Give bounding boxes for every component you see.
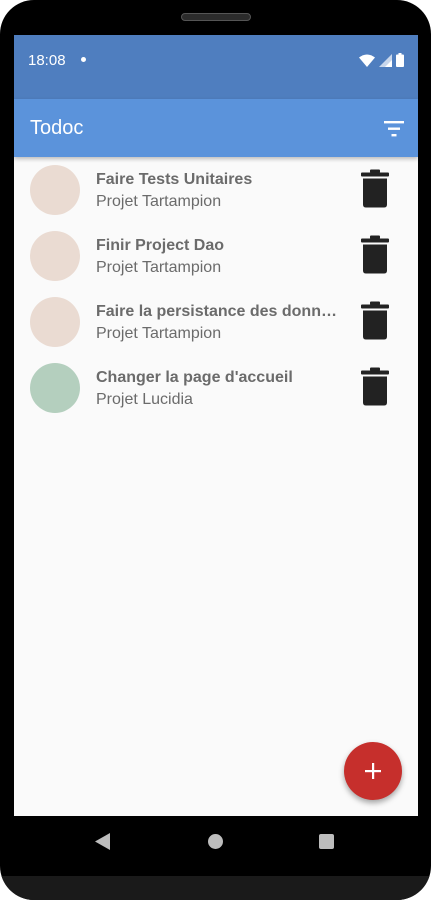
recents-square-icon[interactable]	[319, 834, 334, 849]
task-item[interactable]: Finir Project Dao Projet Tartampion	[14, 223, 418, 289]
task-project: Projet Tartampion	[96, 193, 222, 210]
screen: 18:08 Todoc Faire Tests Unitaires Projet…	[14, 35, 418, 816]
project-color-avatar	[30, 231, 80, 281]
status-time: 18:08	[28, 52, 66, 69]
status-icons	[359, 53, 404, 67]
trash-icon	[361, 169, 389, 208]
back-triangle-icon[interactable]	[95, 833, 110, 850]
task-name: Faire Tests Unitaires	[96, 171, 253, 188]
app-title: Todoc	[30, 117, 84, 139]
delete-task-button[interactable]	[360, 235, 390, 275]
filter-icon	[384, 121, 404, 137]
task-name: Finir Project Dao	[96, 237, 225, 254]
task-name: Changer la page d'accueil	[96, 369, 293, 386]
task-item[interactable]: Faire la persistance des donn… Projet Ta…	[14, 289, 418, 355]
task-item[interactable]: Faire Tests Unitaires Projet Tartampion	[14, 157, 418, 223]
add-task-button[interactable]	[344, 742, 402, 800]
battery-icon	[396, 53, 404, 67]
delete-task-button[interactable]	[360, 367, 390, 407]
status-bar: 18:08	[14, 35, 418, 99]
system-nav-bar	[0, 816, 431, 868]
task-project: Projet Tartampion	[96, 259, 222, 276]
task-item[interactable]: Changer la page d'accueil Projet Lucidia	[14, 355, 418, 421]
phone-frame: 18:08 Todoc Faire Tests Unitaires Projet…	[0, 0, 431, 900]
trash-icon	[361, 301, 389, 340]
project-color-avatar	[30, 165, 80, 215]
wifi-icon	[359, 54, 375, 67]
trash-icon	[361, 235, 389, 274]
filter-button[interactable]	[382, 118, 406, 140]
task-project: Projet Tartampion	[96, 325, 222, 342]
notification-dot-icon	[81, 57, 86, 62]
task-project: Projet Lucidia	[96, 391, 193, 408]
signal-icon	[379, 53, 392, 67]
delete-task-button[interactable]	[360, 301, 390, 341]
task-name: Faire la persistance des donn…	[96, 303, 337, 320]
delete-task-button[interactable]	[360, 169, 390, 209]
project-color-avatar	[30, 363, 80, 413]
plus-icon	[365, 763, 381, 779]
trash-icon	[361, 367, 389, 406]
task-list: Faire Tests Unitaires Projet Tartampion …	[14, 157, 418, 421]
home-circle-icon[interactable]	[208, 834, 223, 849]
phone-speaker	[181, 13, 251, 21]
phone-chin	[0, 876, 431, 900]
project-color-avatar	[30, 297, 80, 347]
app-bar: Todoc	[14, 99, 418, 157]
